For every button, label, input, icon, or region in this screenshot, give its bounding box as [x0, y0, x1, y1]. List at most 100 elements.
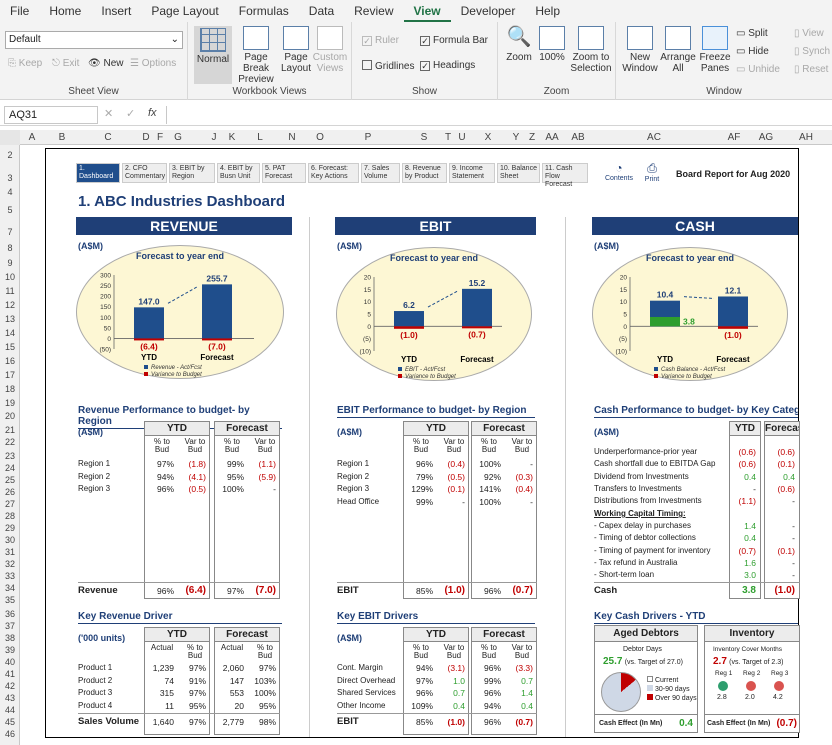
row-header[interactable]: 21 [0, 425, 20, 435]
column-header[interactable]: X [476, 130, 500, 145]
tab-review[interactable]: Review [344, 0, 403, 22]
column-header[interactable]: L [248, 130, 272, 145]
cancel-icon[interactable]: ✕ [104, 107, 113, 120]
row-header[interactable]: 27 [0, 499, 20, 509]
row-header[interactable]: 33 [0, 571, 20, 581]
enter-icon[interactable]: ✓ [126, 107, 135, 120]
nav-tab-1[interactable]: 1. Dashboard [76, 163, 120, 183]
row-header[interactable]: 34 [0, 583, 20, 593]
exit-button[interactable]: ⎋ Exit [52, 58, 79, 69]
row-header[interactable]: 3 [0, 173, 20, 183]
column-header[interactable]: S [412, 130, 436, 145]
nav-tab-3[interactable]: 3. EBIT by Region [169, 163, 215, 183]
row-header[interactable]: 8 [0, 243, 20, 253]
nav-tab-2[interactable]: 2. CFO Commentary [122, 163, 167, 183]
column-header[interactable]: K [220, 130, 244, 145]
column-header[interactable]: N [280, 130, 304, 145]
nav-tab-5[interactable]: 5. PAT Forecast [262, 163, 306, 183]
arrange-all-button[interactable]: Arrange All [660, 26, 696, 74]
new-sheet-view-button[interactable]: 👁 New [88, 58, 124, 69]
ruler-checkbox[interactable]: ✓ Ruler [362, 35, 399, 46]
column-header[interactable]: AC [642, 130, 666, 145]
zoom-100-button[interactable]: 100% [536, 26, 568, 63]
row-header[interactable]: 4 [0, 187, 20, 197]
row-header[interactable]: 44 [0, 705, 20, 715]
page-layout-button[interactable]: Page Layout [280, 26, 312, 74]
tab-formulas[interactable]: Formulas [229, 0, 299, 22]
row-header[interactable]: 18 [0, 384, 20, 394]
formula-bar-checkbox[interactable]: ✓ Formula Bar [420, 35, 488, 46]
row-header[interactable]: 17 [0, 370, 20, 380]
new-window-button[interactable]: New Window [620, 26, 660, 74]
custom-views-button[interactable]: Custom Views [312, 26, 348, 74]
freeze-panes-button[interactable]: Freeze Panes [696, 26, 734, 74]
split-button[interactable]: ▭ Split [736, 28, 768, 39]
row-header[interactable]: 41 [0, 669, 20, 679]
row-header[interactable]: 23 [0, 451, 20, 461]
options-button[interactable]: ☰ Options [130, 58, 176, 69]
tab-view[interactable]: View [403, 0, 451, 22]
row-header[interactable]: 15 [0, 342, 20, 352]
row-header[interactable]: 37 [0, 621, 20, 631]
normal-view-button[interactable]: Normal [194, 26, 232, 84]
nav-tab-8[interactable]: 8. Revenue by Product [402, 163, 447, 183]
row-header[interactable]: 9 [0, 258, 20, 268]
row-header[interactable]: 36 [0, 609, 20, 619]
row-header[interactable]: 2 [0, 150, 20, 160]
zoom-button[interactable]: 🔍 Zoom [502, 26, 536, 63]
row-header[interactable]: 10 [0, 272, 20, 282]
row-header[interactable]: 38 [0, 633, 20, 643]
column-header[interactable]: U [450, 130, 474, 145]
column-header[interactable]: AB [566, 130, 590, 145]
row-header[interactable]: 46 [0, 729, 20, 739]
view-side-by-side-button[interactable]: ▯ View [794, 28, 824, 39]
tab-data[interactable]: Data [299, 0, 344, 22]
row-header[interactable]: 7 [0, 227, 20, 237]
row-header[interactable]: 25 [0, 475, 20, 485]
row-header[interactable]: 19 [0, 398, 20, 408]
select-all-corner[interactable] [0, 130, 20, 145]
row-header[interactable]: 40 [0, 657, 20, 667]
nav-tab-6[interactable]: 6. Forecast: Key Actions [308, 163, 359, 183]
formula-input[interactable] [166, 106, 828, 124]
row-header[interactable]: 31 [0, 547, 20, 557]
row-header[interactable]: 42 [0, 681, 20, 691]
row-header[interactable]: 16 [0, 356, 20, 366]
column-header[interactable]: AG [754, 130, 778, 145]
tab-insert[interactable]: Insert [91, 0, 141, 22]
nav-tab-9[interactable]: 9. Income Statement [449, 163, 495, 183]
sheet-view-dropdown[interactable]: Default ⌄ [5, 31, 183, 49]
nav-tab-11[interactable]: 11. Cash Flow Forecast [542, 163, 588, 188]
row-header[interactable]: 14 [0, 328, 20, 338]
row-header[interactable]: 20 [0, 411, 20, 421]
page-break-preview-button[interactable]: Page Break Preview [232, 26, 280, 85]
tab-developer[interactable]: Developer [451, 0, 526, 22]
row-header[interactable]: 39 [0, 645, 20, 655]
column-header[interactable]: P [356, 130, 380, 145]
row-header[interactable]: 35 [0, 595, 20, 605]
zoom-to-selection-button[interactable]: Zoom to Selection [568, 26, 614, 74]
row-header[interactable]: 5 [0, 205, 20, 215]
tab-help[interactable]: Help [525, 0, 570, 22]
row-header[interactable]: 13 [0, 314, 20, 324]
row-header[interactable]: 24 [0, 463, 20, 473]
insert-function-icon[interactable]: fx [148, 107, 157, 119]
column-header[interactable]: C [96, 130, 120, 145]
column-header[interactable]: A [20, 130, 44, 145]
row-header[interactable]: 45 [0, 717, 20, 727]
name-box[interactable]: AQ31 [4, 106, 98, 124]
row-header[interactable]: 30 [0, 535, 20, 545]
row-header[interactable]: 43 [0, 693, 20, 703]
column-header[interactable]: AF [722, 130, 746, 145]
column-header[interactable]: G [166, 130, 190, 145]
unhide-button[interactable]: ▭ Unhide [736, 64, 780, 75]
hide-button[interactable]: ▭ Hide [736, 46, 769, 57]
tab-home[interactable]: Home [39, 0, 91, 22]
column-header[interactable]: O [308, 130, 332, 145]
nav-tab-10[interactable]: 10. Balance Sheet [497, 163, 540, 183]
contents-link[interactable]: ◔ Contents [604, 161, 634, 182]
gridlines-checkbox[interactable]: Gridlines [362, 60, 414, 72]
reset-position-button[interactable]: ▯ Reset [794, 64, 828, 75]
headings-checkbox[interactable]: ✓ Headings [420, 60, 475, 71]
row-header[interactable]: 29 [0, 523, 20, 533]
